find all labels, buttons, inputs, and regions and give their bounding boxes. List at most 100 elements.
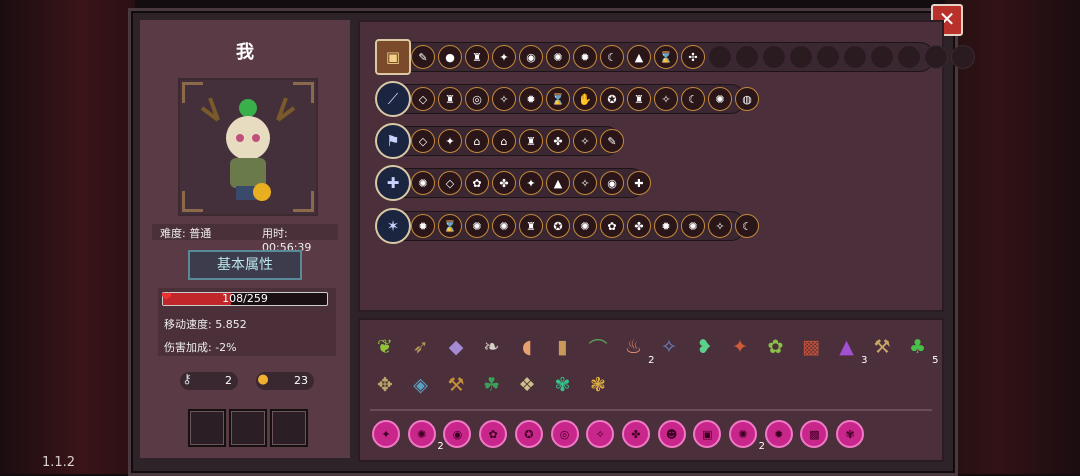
- gem-icon[interactable]: ✺ 2: [729, 420, 765, 452]
- relic-item-icon[interactable]: ▮: [548, 332, 578, 362]
- upgrade-icon[interactable]: ♜: [465, 45, 489, 69]
- relic-item-icon[interactable]: ✥: [370, 370, 400, 400]
- upgrade-icon[interactable]: ✺: [573, 214, 597, 238]
- ice-mace-icon[interactable]: ✚: [375, 165, 411, 201]
- relic-item-icon[interactable]: ♨ 2: [619, 332, 655, 366]
- relic-item-icon[interactable]: ⌒: [583, 332, 613, 362]
- equipment-slot-1[interactable]: [188, 409, 226, 447]
- upgrade-icon[interactable]: ✺: [546, 45, 570, 69]
- equipment-slot-3[interactable]: [270, 409, 308, 447]
- upgrade-icon[interactable]: ◎: [465, 87, 489, 111]
- upgrade-icon[interactable]: ⌛: [546, 87, 570, 111]
- upgrade-icon[interactable]: ☾: [681, 87, 705, 111]
- upgrade-icon[interactable]: ✤: [546, 129, 570, 153]
- upgrade-icon[interactable]: ✎: [411, 45, 435, 69]
- flag-spear-icon[interactable]: ⚑: [375, 123, 411, 159]
- upgrade-icon[interactable]: ✺: [465, 214, 489, 238]
- upgrade-icon[interactable]: ✦: [438, 129, 462, 153]
- relic-item-icon[interactable]: ▲ 3: [832, 332, 867, 366]
- upgrade-icon[interactable]: ✿: [600, 214, 624, 238]
- relic-item-icon[interactable]: ◖: [512, 332, 542, 362]
- basic-attributes-button[interactable]: 基本属性: [188, 250, 302, 280]
- upgrade-icon[interactable]: ✪: [600, 87, 624, 111]
- relic-item-icon[interactable]: ✾: [548, 370, 578, 400]
- upgrade-icon[interactable]: ◇: [411, 129, 435, 153]
- relic-item-icon[interactable]: ❥: [690, 332, 720, 362]
- gem-icon[interactable]: ✪: [514, 420, 543, 448]
- relic-item-icon[interactable]: ❧: [477, 332, 507, 362]
- gem-icon[interactable]: ✾: [836, 420, 865, 448]
- relic-item-icon[interactable]: ◈: [406, 370, 436, 400]
- upgrade-icon[interactable]: ◇: [438, 171, 462, 195]
- gem-icon[interactable]: ▩: [800, 420, 829, 448]
- upgrade-icon[interactable]: ✧: [654, 87, 678, 111]
- upgrade-icon[interactable]: ♜: [519, 214, 543, 238]
- gem-icon[interactable]: ◎: [550, 420, 579, 448]
- upgrade-icon[interactable]: ✧: [492, 87, 516, 111]
- relic-item-icon[interactable]: ⚒: [441, 370, 471, 400]
- relic-item-icon[interactable]: ✿: [761, 332, 791, 362]
- relic-item-icon[interactable]: ▩: [796, 332, 826, 362]
- upgrade-icon[interactable]: ✧: [573, 129, 597, 153]
- upgrade-icon[interactable]: ♜: [519, 129, 543, 153]
- star-wand-icon[interactable]: ✶: [375, 208, 411, 244]
- upgrade-icon[interactable]: ⌛: [654, 45, 678, 69]
- upgrade-icon[interactable]: ▲: [627, 45, 651, 69]
- upgrade-icon[interactable]: ✺: [411, 171, 435, 195]
- gem-icon[interactable]: ✺ 2: [407, 420, 444, 452]
- gem-icon[interactable]: ▣: [693, 420, 722, 448]
- upgrade-icon[interactable]: ⌂: [465, 129, 489, 153]
- upgrade-icon[interactable]: ✹: [573, 45, 597, 69]
- relic-item-icon[interactable]: ❖: [512, 370, 542, 400]
- upgrade-icon[interactable]: ☾: [735, 214, 759, 238]
- upgrade-icon[interactable]: ✧: [708, 214, 732, 238]
- relic-item-icon[interactable]: ♣ 5: [903, 332, 939, 366]
- relic-item-icon[interactable]: ✧: [654, 332, 684, 362]
- upgrade-icon[interactable]: ✦: [492, 45, 516, 69]
- upgrade-icon[interactable]: ⌂: [492, 129, 516, 153]
- relic-item-icon[interactable]: ❃: [583, 370, 613, 400]
- gem-icon[interactable]: ✿: [479, 420, 508, 448]
- gem-icon[interactable]: ☻: [657, 420, 686, 448]
- relic-item-icon[interactable]: ◆: [441, 332, 471, 362]
- gem-icon[interactable]: ✧: [586, 420, 615, 448]
- gem-icon[interactable]: ✦: [372, 420, 400, 448]
- upgrade-icon[interactable]: ✹: [411, 214, 435, 238]
- upgrade-icon[interactable]: ✺: [708, 87, 732, 111]
- relic-item-icon[interactable]: ✦: [725, 332, 755, 362]
- upgrade-icon[interactable]: ☾: [600, 45, 624, 69]
- upgrade-icon[interactable]: ✹: [654, 214, 678, 238]
- upgrade-icon[interactable]: ▲: [546, 171, 570, 195]
- relic-item-icon[interactable]: ❦: [370, 332, 400, 362]
- upgrade-icon[interactable]: ✪: [546, 214, 570, 238]
- gem-icon[interactable]: ✹: [764, 420, 793, 448]
- upgrade-icon[interactable]: ♜: [627, 87, 651, 111]
- upgrade-icon[interactable]: ✤: [492, 171, 516, 195]
- upgrade-icon[interactable]: ✎: [600, 129, 624, 153]
- upgrade-icon[interactable]: ◇: [411, 87, 435, 111]
- upgrade-icon[interactable]: ◉: [600, 171, 624, 195]
- upgrade-icon[interactable]: ✺: [681, 214, 705, 238]
- upgrade-icon[interactable]: ✹: [519, 87, 543, 111]
- gem-icon[interactable]: ✤: [621, 420, 650, 448]
- upgrade-icon[interactable]: ✣: [681, 45, 705, 69]
- upgrade-icon[interactable]: ✤: [627, 214, 651, 238]
- upgrade-icon[interactable]: ✚: [627, 171, 651, 195]
- backpack-icon[interactable]: ▣: [375, 39, 411, 75]
- upgrade-icon[interactable]: ✧: [573, 171, 597, 195]
- upgrade-icon[interactable]: ◉: [519, 45, 543, 69]
- upgrade-icon[interactable]: ✿: [465, 171, 489, 195]
- equipment-slot-2[interactable]: [229, 409, 267, 447]
- relic-item-icon[interactable]: ➶: [406, 332, 436, 362]
- upgrade-icon[interactable]: ⌛: [438, 214, 462, 238]
- upgrade-icon[interactable]: ✦: [519, 171, 543, 195]
- upgrade-icon[interactable]: ●: [438, 45, 462, 69]
- upgrade-icon[interactable]: ✺: [492, 214, 516, 238]
- upgrade-icon[interactable]: ◍: [735, 87, 759, 111]
- relic-item-icon[interactable]: ⚒: [867, 332, 897, 362]
- relic-item-icon[interactable]: ☘: [477, 370, 507, 400]
- upgrade-icon[interactable]: ♜: [438, 87, 462, 111]
- gem-icon[interactable]: ◉: [443, 420, 472, 448]
- purple-feather-sword-icon[interactable]: ⟋: [375, 81, 411, 117]
- upgrade-icon[interactable]: ✋: [573, 87, 597, 111]
